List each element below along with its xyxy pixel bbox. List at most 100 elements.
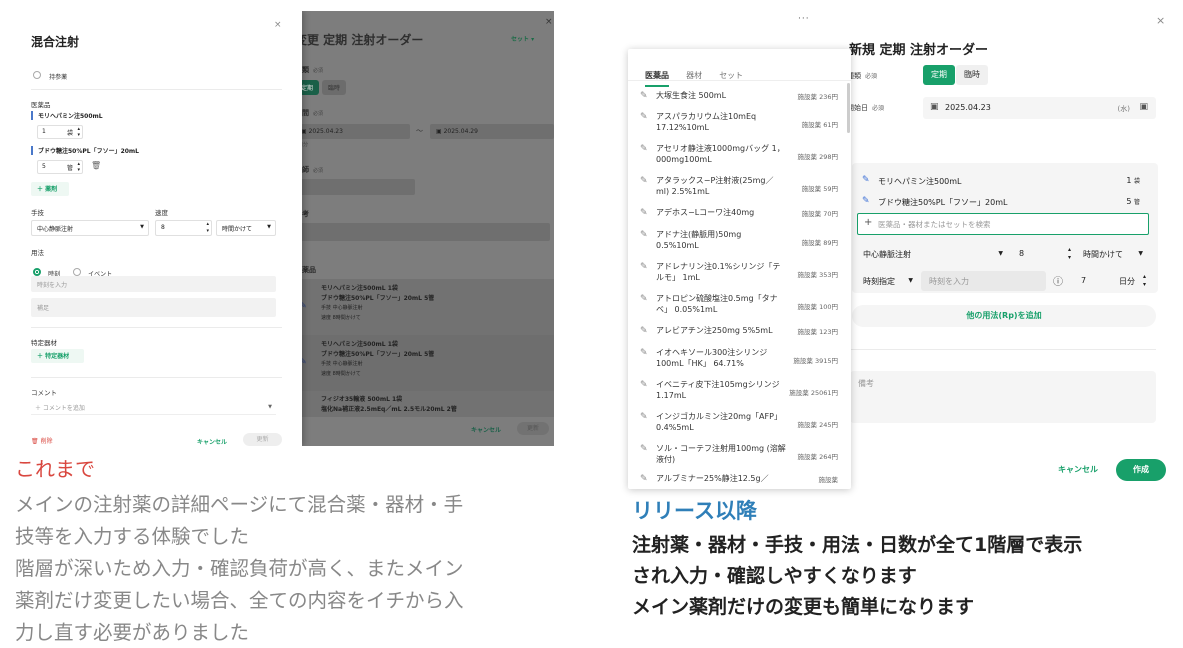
technique-label: 手技 [31,209,44,217]
background-cancel-button: キャンセル [471,427,502,434]
drug-search-input[interactable]: + 医薬品・器材またはセットを検索 [857,213,1149,235]
speed-unit-select[interactable]: 時間かけて ▼ [216,220,276,236]
dropdown-item[interactable]: ✎ イベニティ皮下注105mgシリンジ 1.17mL 施設薬 25061円 [640,379,840,409]
scrollbar[interactable] [847,83,850,133]
dropdown-item[interactable]: ✎ アセリオ静注液1000mgバッグ 1，000mg100mL 施設薬 298円 [640,143,840,173]
background-set-menu: セット ▾ [511,36,535,43]
type-regular-button[interactable]: 定期 [923,65,955,85]
type-temporary-button[interactable]: 臨時 [956,65,988,85]
comment-label: コメント [31,389,57,397]
mixed-injection-modal: 混合注射 × 持参薬 医薬品 モリヘパミン注500mL 1 袋 ▴ ▾ ブドウ糖注… [11,11,302,446]
before-description: メインの注射薬の詳細ページにて混合薬・器材・手 技等を入力する体験でした 階層が… [15,493,464,644]
background-doctor-field [295,179,415,195]
update-button[interactable]: 更新 [243,433,282,446]
pencil-icon: ✎ [640,444,648,454]
dropdown-item-tag: 施設薬 245円 [797,421,838,429]
dropdown-item-tag: 施設薬 61円 [801,121,838,129]
background-type-temporary: 臨時 [322,80,347,95]
time-input[interactable]: 時刻を入力 [921,271,1046,291]
close-icon[interactable]: × [1156,14,1165,27]
chevron-down-icon: ▼ [998,250,1003,257]
dropdown-item-tag: 施設薬 3915円 [793,357,838,365]
usage-label: 用法 [31,249,44,257]
speed-stepper[interactable]: 8 ▴ ▾ [1013,244,1075,264]
bring-own-radio[interactable]: 持参薬 [33,64,67,83]
dropdown-item-tag: 施設薬 70円 [801,210,838,218]
add-usage-button[interactable]: 他の用法(Rp)を追加 [852,305,1156,327]
background-drug-card: ✎ モリヘパミン注500mL 1袋 ブドウ糖注50%PL「フソー」20mL 5管… [295,279,554,335]
drug-row[interactable]: ✎ ブドウ糖注50%PL「フソー」20mL 5 管 [858,192,1148,212]
comment-select[interactable]: ＋ コメントを追加 ▼ [31,401,276,415]
dropdown-item-tag: 施設薬 123円 [797,328,838,336]
technique-select[interactable]: 中心静脈注射 ▼ [857,244,1009,264]
divider [31,377,282,378]
dropdown-item[interactable]: ✎ アタラックス−P注射液(25mg／ml) 2.5%1mL 施設薬 59円 [640,175,840,205]
dropdown-item[interactable]: ✎ アトロピン硫酸塩注0.5mg「タナベ」 0.05%1mL 施設薬 100円 [640,293,840,323]
pencil-icon: ✎ [640,412,648,422]
dropdown-item-tag: 施設薬 89円 [801,239,838,247]
dropdown-item[interactable]: ✎ インジゴカルミン注20mg「AFP」 0.4%5mL 施設薬 245円 [640,411,840,441]
create-button[interactable]: 作成 [1116,459,1166,481]
technique-select[interactable]: 中心静脈注射 ▼ [31,220,149,236]
speed-unit-select[interactable]: 時間かけて ▼ [1077,244,1149,264]
pencil-icon: ✎ [640,380,648,390]
dropdown-item[interactable]: ✎ アスパラカリウム注10mEq 17.12%10mL 施設薬 61円 [640,111,840,141]
pencil-icon: ✎ [640,262,648,272]
dropdown-item-name: アトロピン硫酸塩注0.5mg「タナベ」 0.05%1mL [656,294,778,314]
days-stepper[interactable]: 7 日分 ▴ ▾ [1073,271,1149,291]
chevron-down-icon: ▼ [268,404,272,410]
cancel-button[interactable]: キャンセル [1058,464,1098,475]
speed-label: 速度 [155,209,168,217]
dropdown-item-name: イベニティ皮下注105mgシリンジ 1.17mL [656,380,780,400]
dropdown-item[interactable]: ✎ ソル・コーテフ注射用100mg (溶解液付) 施設薬 264円 [640,443,840,473]
supplement-input[interactable]: 補足 [31,298,276,317]
background-update-button: 更新 [517,422,549,435]
dropdown-item[interactable]: ✎ アドナ注(静脈用)50mg 0.5%10mL 施設薬 89円 [640,229,840,259]
before-heading: これまで [15,457,95,481]
chevron-down-icon: ▼ [1138,250,1143,257]
drug-row[interactable]: ✎ モリヘパミン注500mL 1 袋 [858,171,1148,191]
dropdown-item-name: アルブミナー25%静注12.5g／ [656,474,769,483]
dropdown-item-name: アスパラカリウム注10mEq 17.12%10mL [656,112,757,132]
dropdown-item-tag: 施設薬 59円 [801,185,838,193]
close-icon[interactable]: × [274,20,282,30]
time-mode-select[interactable]: 時刻指定 ▼ [857,271,919,291]
radio-icon [33,70,41,79]
dropdown-tabs: 医薬品 器材 セット [645,63,755,87]
time-input[interactable]: 時刻を入力 [31,276,276,292]
dropdown-item-name: アドナ注(静脈用)50mg 0.5%10mL [656,230,742,250]
drug-qty-stepper[interactable]: 1 袋 ▴ ▾ [37,125,83,139]
cancel-button[interactable]: キャンセル [197,437,227,446]
pencil-icon: ✎ [640,348,648,358]
start-date-field[interactable]: ▣ 2025.04.23 (水) ▣ [923,97,1156,119]
pencil-icon: ✎ [640,474,648,484]
more-icon[interactable]: ··· [798,14,810,24]
pencil-icon: ✎ [862,196,870,206]
dropdown-item[interactable]: ✎ アドレナリン注0.1%シリンジ「テルモ」 1mL 施設薬 353円 [640,261,840,291]
dropdown-item-name: アタラックス−P注射液(25mg／ml) 2.5%1mL [656,176,774,196]
dropdown-item[interactable]: ✎ イオヘキソール300注シリンジ100mL「HK」 64.71% 施設薬 3915… [640,347,840,377]
dropdown-item-name: アレビアチン注250mg 5%5mL [656,326,773,335]
divider [31,327,282,328]
dropdown-item-name: アデホス−Lコーワ注40mg [656,208,755,217]
after-description: 注射薬・器材・手技・用法・日数が全て1階層で表示 され入力・確認しやすくなります… [632,534,1083,618]
start-date-label: 開始日 必須 [847,104,885,112]
background-drug-card: ✎ モリヘパミン注500mL 1袋 ブドウ糖注50%PL「フソー」20mL 5管… [295,335,554,391]
stepper-arrows-icon: ▴ ▾ [1067,246,1071,261]
drug-qty-stepper[interactable]: 5 管 ▴ ▾ [37,160,83,174]
background-notes-field [295,223,550,241]
after-heading: リリース以降 [632,499,757,523]
dropdown-item[interactable]: ✎ アルブミナー25%静注12.5g／ 施設薬 [640,473,840,489]
info-icon[interactable]: ⓘ [1053,273,1063,288]
notes-textarea[interactable]: 備考 [850,371,1156,423]
trash-icon[interactable]: 🗑 [91,161,101,170]
tab-drugs[interactable]: 医薬品 [645,70,669,87]
pencil-icon: ✎ [640,230,648,240]
add-drug-button[interactable]: ＋ 薬剤 [31,182,69,196]
delete-button[interactable]: 🗑 削除 [31,436,53,445]
background-date-separator: 〜 [416,127,423,135]
before-screenshot: 変更 定期 注射オーダー セット ▾ × 種類 必須 定期 臨時 期間 必須 ▣ 2… [11,11,554,446]
add-device-button[interactable]: ＋ 特定器材 [31,349,84,363]
background-date-from: ▣ 2025.04.23 [295,124,410,139]
speed-stepper[interactable]: 8 ▴ ▾ [155,220,212,236]
